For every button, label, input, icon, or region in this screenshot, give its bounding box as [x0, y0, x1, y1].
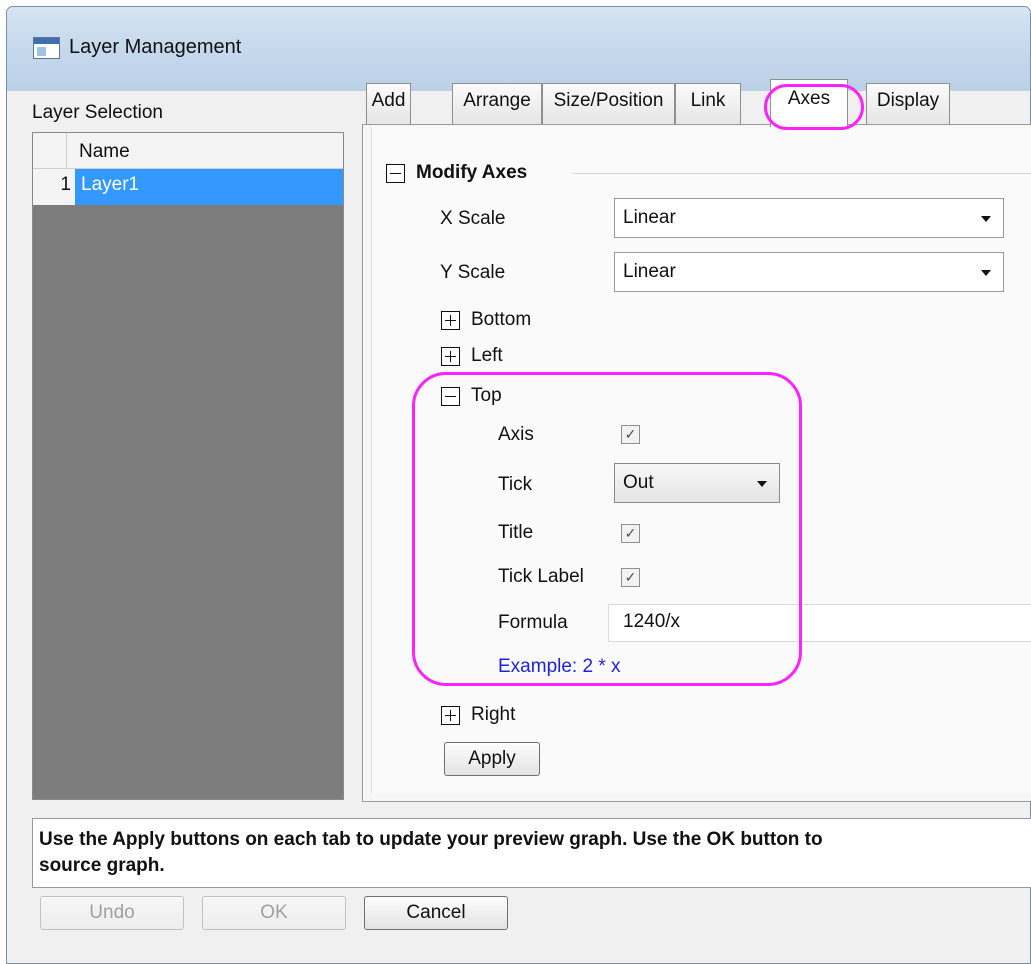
y-scale-label: Y Scale: [440, 262, 506, 283]
tab-axes[interactable]: Axes: [770, 79, 848, 127]
top-formula-label: Formula: [498, 612, 568, 633]
tab-display[interactable]: Display: [866, 83, 950, 125]
bottom-expand-icon[interactable]: [441, 311, 460, 330]
tab-add[interactable]: Add: [366, 83, 411, 125]
layer-row-name[interactable]: Layer1: [75, 169, 343, 205]
top-collapse-icon[interactable]: [441, 387, 460, 406]
top-tick-label-label: Tick Label: [498, 566, 584, 587]
top-axis-checkbox[interactable]: ✓: [621, 425, 640, 444]
title-bar[interactable]: Layer Management: [7, 7, 1030, 91]
chevron-down-icon: [981, 270, 991, 276]
x-scale-select[interactable]: Linear: [614, 198, 1004, 238]
top-title-label: Title: [498, 522, 534, 543]
row-number-header: [33, 133, 67, 169]
window-title: Layer Management: [69, 36, 242, 58]
window-icon: [33, 37, 60, 59]
hint-box: Use the Apply buttons on each tab to upd…: [32, 818, 1031, 888]
name-column-header[interactable]: Name: [79, 141, 130, 163]
right-expand-icon[interactable]: [441, 706, 460, 725]
cancel-button[interactable]: Cancel: [364, 896, 508, 930]
top-formula-field[interactable]: 1240/x: [608, 604, 1031, 642]
top-tick-label: Tick: [498, 474, 533, 495]
group-divider: [572, 173, 1031, 174]
layer-row-index: 1: [33, 169, 75, 205]
top-formula-value: 1240/x: [623, 611, 681, 632]
x-scale-label: X Scale: [440, 208, 506, 229]
left-section-label: Left: [471, 345, 503, 366]
chevron-down-icon: [981, 216, 991, 222]
chevron-down-icon: [757, 481, 767, 487]
bottom-section-label: Bottom: [471, 309, 532, 330]
modify-axes-group-title: Modify Axes: [416, 162, 528, 183]
modify-axes-collapse-icon[interactable]: [386, 164, 405, 183]
left-expand-icon[interactable]: [441, 347, 460, 366]
tab-arrange[interactable]: Arrange: [452, 83, 542, 125]
top-tick-value: Out: [623, 472, 654, 493]
top-axis-label: Axis: [498, 424, 534, 445]
layer-selection-label: Layer Selection: [32, 102, 163, 123]
apply-button[interactable]: Apply: [444, 742, 540, 776]
tab-size-position[interactable]: Size/Position: [542, 83, 675, 125]
formula-example-hint: Example: 2 * x: [498, 656, 621, 677]
right-section-label: Right: [471, 704, 516, 725]
tab-link[interactable]: Link: [675, 83, 741, 125]
ok-button[interactable]: OK: [202, 896, 346, 930]
layer-row[interactable]: 1 Layer1: [33, 169, 343, 205]
top-tick-label-checkbox[interactable]: ✓: [621, 568, 640, 587]
top-tick-select[interactable]: Out: [614, 463, 780, 503]
y-scale-value: Linear: [623, 261, 676, 282]
top-section-label: Top: [471, 385, 502, 406]
layer-list[interactable]: Name 1 Layer1: [32, 132, 344, 800]
hint-text: Use the Apply buttons on each tab to upd…: [39, 829, 823, 876]
x-scale-value: Linear: [623, 207, 676, 228]
undo-button[interactable]: Undo: [40, 896, 184, 930]
top-title-checkbox[interactable]: ✓: [621, 524, 640, 543]
list-header: Name: [33, 133, 343, 169]
y-scale-select[interactable]: Linear: [614, 252, 1004, 292]
